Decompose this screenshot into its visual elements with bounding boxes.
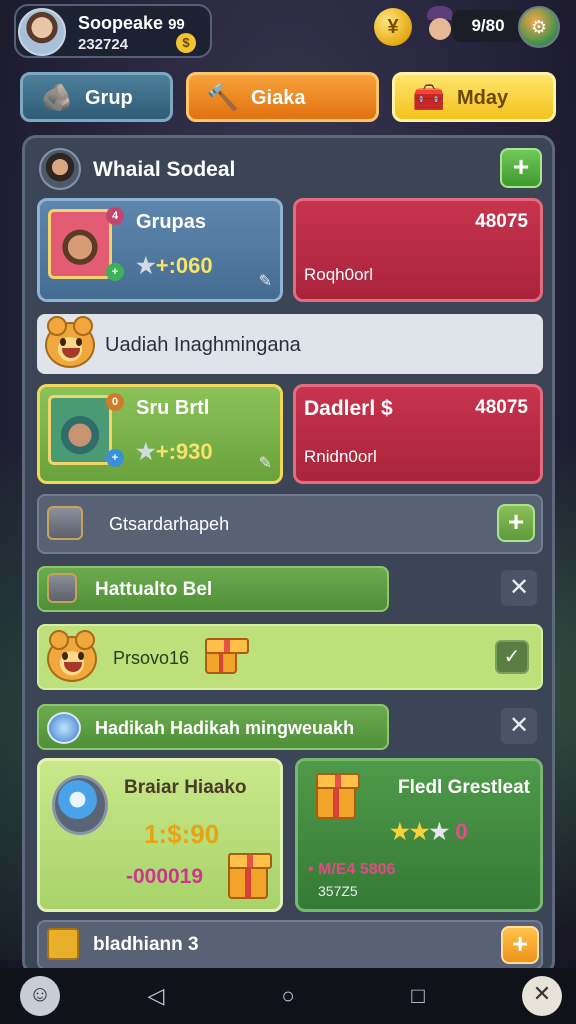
bear-icon [47,630,97,682]
main-panel: Whaial Sodeal + 4 + Grupas ★+:060 ✎ 4807… [22,135,555,975]
card-value: 48075 [475,397,528,418]
star-icon: ★★ [390,819,430,844]
card-label: Roqh0orl [304,265,373,284]
card-title: Dadlerl $ [304,397,393,420]
globe-icon[interactable]: ⚙ [518,6,560,48]
card-label: Rnidn0orl [304,447,377,466]
tab-label: Mday [457,87,509,109]
mascot-icon[interactable]: ☺ [20,976,60,1016]
red-card-1[interactable]: 48075 Roqh0orl [293,198,543,302]
banner-text: Uadiah Inaghmingana [105,334,301,356]
row-text: Gtsardarhapeh [109,514,230,534]
reward-line-2: 357Z5 [318,883,358,899]
section-title: Whaial Sodeal [93,158,236,181]
reward-title: Braiar Hiaako [124,777,247,798]
tab-mday[interactable]: 🧰 Mday [392,72,556,122]
score-display: 9/80 [452,10,524,42]
reward-title: Fledl Grestleat [398,777,530,798]
player-profile[interactable]: Soopeake 99 232724 $ [14,4,212,58]
edit-icon[interactable]: ✎ [259,453,272,473]
player-card-grupas[interactable]: 4 + Grupas ★+:060 ✎ [37,198,283,302]
coin-icon: $ [176,33,196,53]
plus-badge-icon: + [106,263,124,281]
card-name: Sru Brtl [136,397,210,419]
row-text: Hadikah Hadikah mingweuakh [95,718,355,738]
gem-icon [52,775,108,835]
player-portrait [48,395,112,465]
tab-grup[interactable]: 🪨 Grup [20,72,173,122]
hammer-icon: 🔨 [206,82,240,112]
row-prsovo[interactable]: Prsovo16 ✓ [37,624,543,690]
check-button[interactable]: ✓ [495,640,529,674]
reward-card-right[interactable]: Fledl Grestleat ★★★ 0 • M/E4 5806 357Z5 [295,758,543,912]
red-card-2[interactable]: Dadlerl $ 48075 Rnidn0orl [293,384,543,484]
chest-icon [47,573,77,603]
row-text: bladhiann 3 [93,934,199,955]
chest-icon [47,506,83,540]
tab-label: Grup [85,87,133,109]
row-text: Prsovo16 [113,648,190,668]
recents-icon[interactable]: □ [400,978,436,1014]
reward-amount: -000019 [126,865,204,888]
close-button[interactable]: ✕ [501,708,537,744]
avatar [39,148,81,190]
tab-label: Giaka [251,87,306,109]
close-button[interactable]: ✕ [501,570,537,606]
back-icon[interactable]: ◁ [138,978,174,1014]
system-nav-bar: ☺ ◁ ○ □ ✕ [0,968,576,1024]
home-icon[interactable]: ○ [270,978,306,1014]
bear-icon [45,316,95,368]
player-card-srubrtl[interactable]: 0 + Sru Brtl ★+:930 ✎ [37,384,283,484]
add-button[interactable]: + [497,504,535,542]
top-hud: Soopeake 99 232724 $ ¥ 9/80 ⚙ [0,0,576,62]
gift-icon [205,638,249,674]
level-badge: 0 [106,393,124,411]
chest-icon: 🧰 [412,82,446,112]
reward-line-1: • M/E4 5806 [308,861,396,878]
reward-stars: ★★★ 0 [390,819,468,844]
player-portrait [48,209,112,279]
player-code: 232724 [78,36,129,53]
plus-badge-icon: + [106,449,124,467]
row-hadikah[interactable]: Hadikah Hadikah mingweuakh [37,704,389,750]
row-hattualto[interactable]: Hattualto Bel [37,566,389,612]
gift-icon [228,853,272,899]
star-icon: ★ [136,253,156,278]
row-gtsardarhapeh[interactable]: Gtsardarhapeh + [37,494,543,554]
edit-icon[interactable]: ✎ [259,271,272,291]
avatar[interactable] [18,8,66,56]
reward-card-left[interactable]: Braiar Hiaako 1:$:90 -000019 [37,758,283,912]
tools-icon[interactable]: ✕ [522,976,562,1016]
star-icon: ★ [136,439,156,464]
card-name: Grupas [136,211,207,233]
card-stars: ★+:060 [136,253,213,278]
reward-price: 1:$:90 [144,819,220,849]
row-bladhiann[interactable]: bladhiann 3 + [37,920,543,970]
chest-icon [47,928,79,960]
banner-inagmingana[interactable]: Uadiah Inaghmingana [37,314,543,374]
player-name: Soopeake 99 [78,13,185,33]
section-header: Whaial Sodeal + [39,146,544,194]
gold-coin-icon[interactable]: ¥ [374,8,412,46]
card-stars: ★+:930 [136,439,213,464]
star-icon: ★ [429,819,450,844]
row-text: Hattualto Bel [95,579,213,600]
tab-giaka[interactable]: 🔨 Giaka [186,72,379,122]
rock-icon: 🪨 [40,82,74,112]
card-value: 48075 [475,211,528,232]
magnifier-icon [47,712,81,744]
add-button[interactable]: + [500,148,542,188]
gift-icon [316,773,360,819]
add-button[interactable]: + [501,926,539,964]
level-badge: 4 [106,207,124,225]
